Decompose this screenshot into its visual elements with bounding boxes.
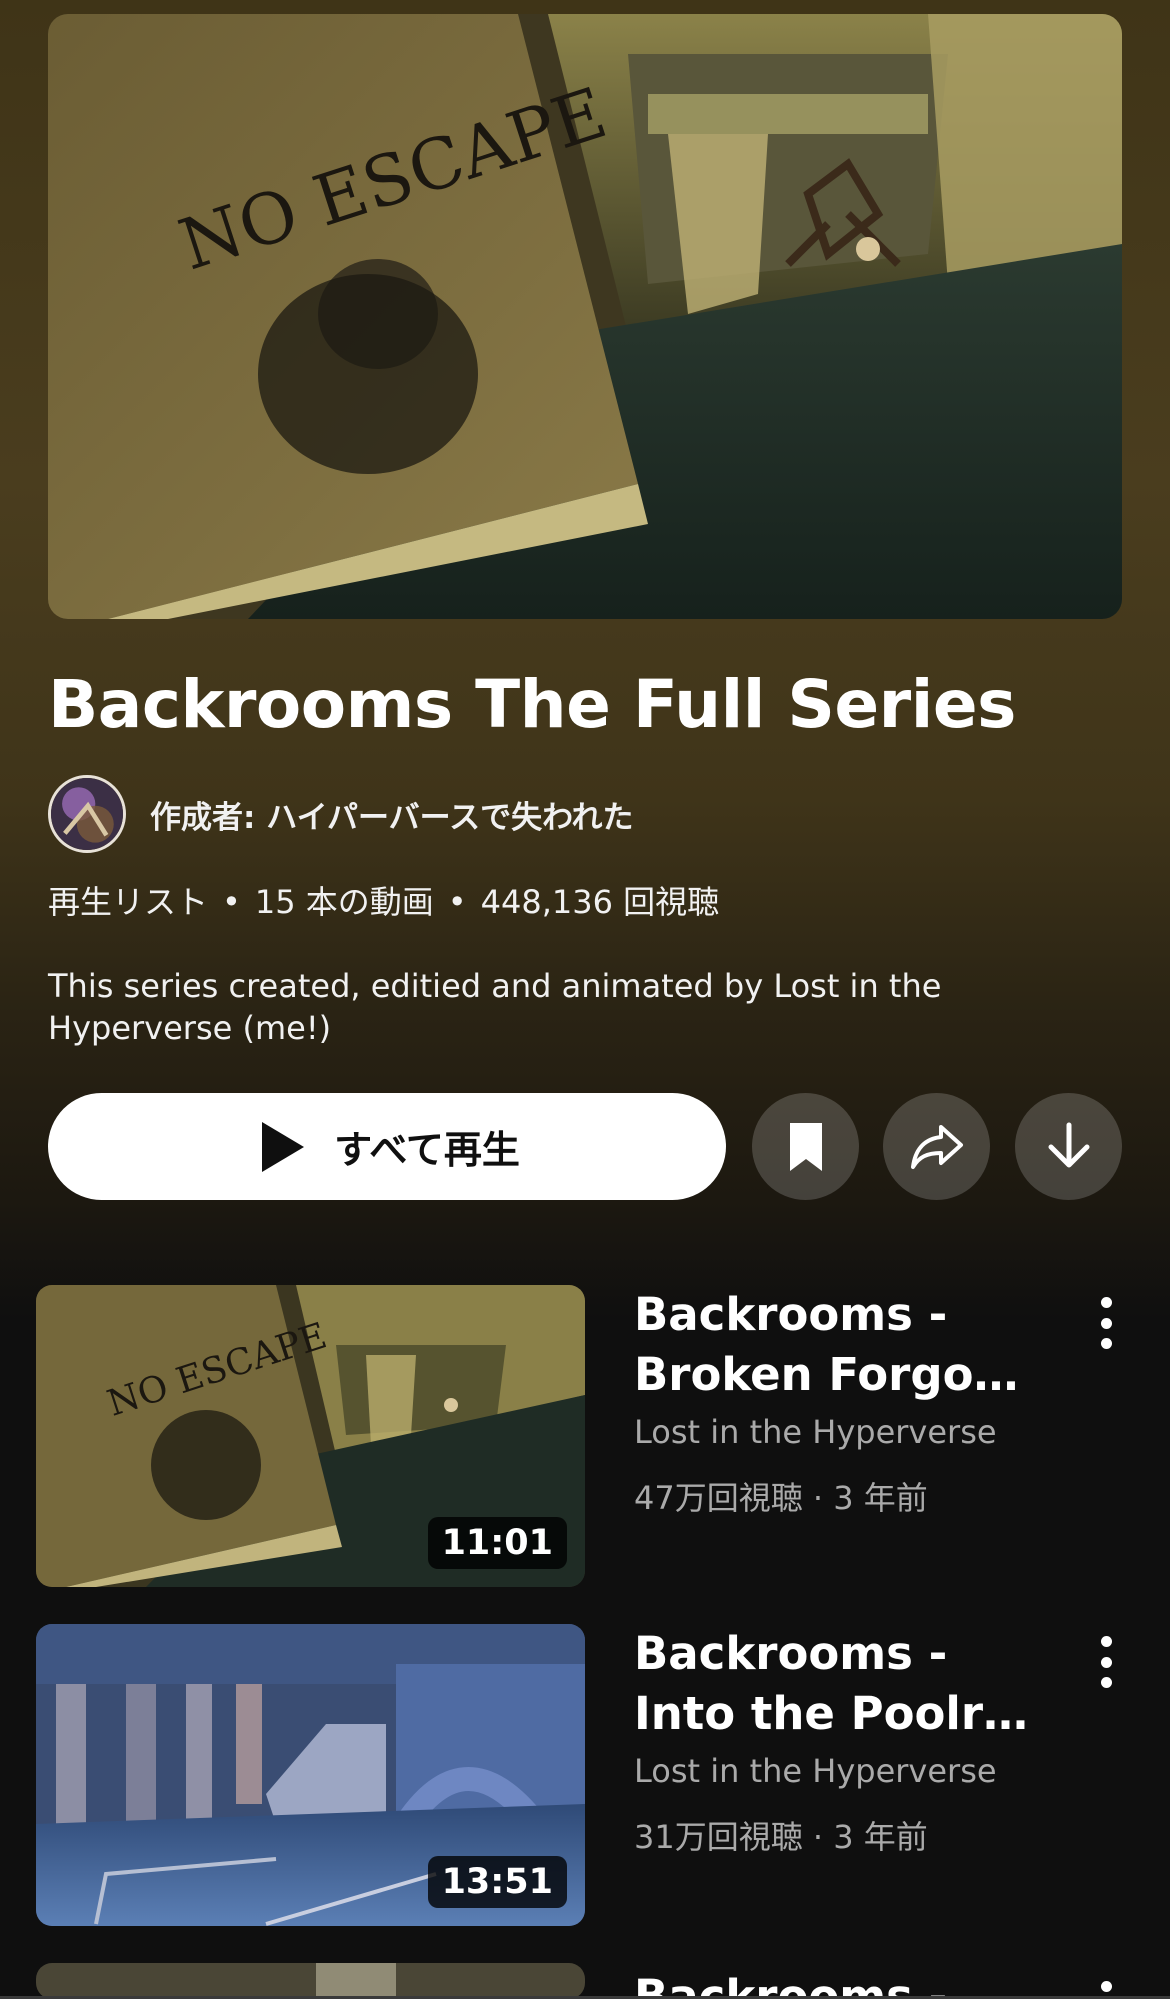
video-duration: 11:01 (427, 1517, 567, 1569)
video-title[interactable]: Backrooms - Broken Forgo… (634, 1285, 1054, 1405)
playlist-owner[interactable]: 作成者: ハイパーバースで失われた (48, 775, 634, 853)
more-options-icon[interactable] (1086, 1632, 1126, 1692)
playlist-title: Backrooms The Full Series (48, 666, 1016, 743)
share-icon (910, 1124, 963, 1169)
list-item[interactable]: 13:51 Backrooms - Into the Poolr… Lost i… (36, 1624, 1146, 1926)
playlist-thumbnail[interactable]: NO ESCAPE (48, 14, 1122, 619)
list-item[interactable]: Backrooms - (36, 1963, 1146, 1999)
play-all-button[interactable]: すべて再生 (48, 1093, 726, 1200)
list-item[interactable]: NO ESCAPE 11:01 Backrooms - Broken Forgo… (36, 1285, 1146, 1587)
video-stats: 31万回視聴 · 3 年前 (634, 1818, 928, 1856)
avatar[interactable] (48, 775, 126, 853)
play-icon (262, 1121, 305, 1172)
meta-separator: • (222, 883, 241, 921)
video-channel[interactable]: Lost in the Hyperverse (634, 1413, 997, 1451)
playlist-type: 再生リスト (48, 883, 209, 921)
video-thumbnail[interactable]: NO ESCAPE 11:01 (36, 1285, 585, 1587)
video-stats: 47万回視聴 · 3 年前 (634, 1479, 928, 1517)
video-thumbnail[interactable]: 13:51 (36, 1624, 585, 1926)
video-channel[interactable]: Lost in the Hyperverse (634, 1752, 997, 1790)
video-duration: 13:51 (427, 1856, 567, 1908)
meta-separator: • (447, 883, 467, 921)
download-icon (1048, 1122, 1089, 1167)
video-count: 15 本の動画 (254, 883, 434, 921)
video-title[interactable]: Backrooms - (634, 1967, 1054, 1999)
video-thumbnail[interactable] (36, 1963, 585, 1999)
playlist-page: NO ESCAPE Backrooms The Full Series 作成者:… (0, 0, 1170, 1999)
view-count: 448,136 回視聴 (480, 883, 720, 921)
play-all-label: すべて再生 (334, 1128, 520, 1172)
owner-label[interactable]: 作成者: ハイパーバースで失われた (150, 792, 634, 837)
save-playlist-button[interactable] (752, 1093, 859, 1200)
playlist-description[interactable]: This series created, editied and animate… (48, 965, 1088, 1049)
video-title[interactable]: Backrooms - Into the Poolr… (634, 1624, 1054, 1744)
more-options-icon[interactable] (1086, 1293, 1126, 1353)
playlist-meta: 再生リスト • 15 本の動画 • 448,136 回視聴 (48, 877, 719, 923)
share-button[interactable] (883, 1093, 990, 1200)
bookmark-icon (789, 1122, 822, 1171)
download-button[interactable] (1015, 1093, 1122, 1200)
